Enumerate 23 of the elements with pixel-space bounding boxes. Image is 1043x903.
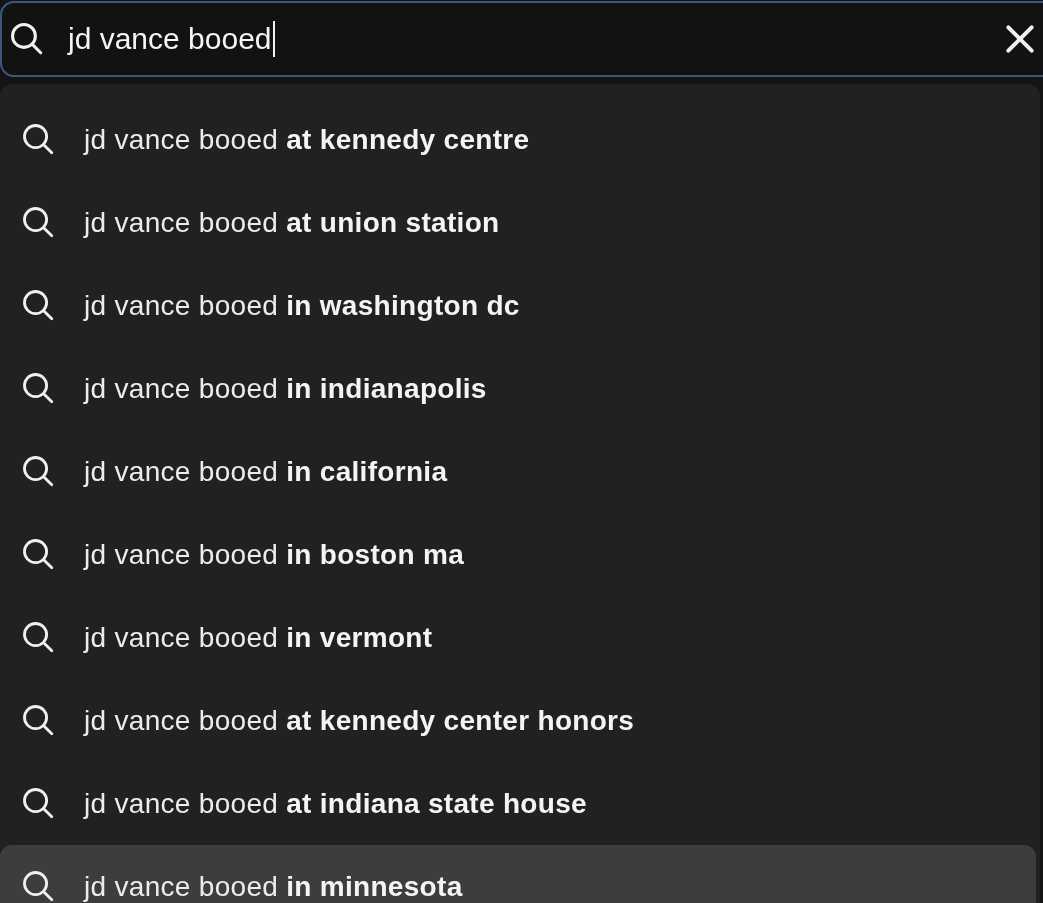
suggestion-item[interactable]: jd vance booed at indiana state house — [0, 762, 1036, 845]
suggestion-item[interactable]: jd vance booed in california — [0, 430, 1036, 513]
close-icon[interactable] — [1006, 25, 1034, 53]
search-icon — [23, 539, 54, 570]
suggestion-item[interactable]: jd vance booed in vermont — [0, 596, 1036, 679]
search-icon — [23, 124, 54, 155]
search-icon — [23, 788, 54, 819]
search-icon — [23, 622, 54, 653]
suggestion-item[interactable]: jd vance booed in washington dc — [0, 264, 1036, 347]
suggestion-item[interactable]: jd vance booed in indianapolis — [0, 347, 1036, 430]
suggestion-item[interactable]: jd vance booed at union station — [0, 181, 1036, 264]
search-icon — [23, 373, 54, 404]
search-icon — [23, 207, 54, 238]
search-icon — [23, 871, 54, 902]
search-field[interactable]: jd vance booed — [0, 1, 1043, 77]
suggestion-item[interactable]: jd vance booed at kennedy center honors — [0, 679, 1036, 762]
suggestion-item[interactable]: jd vance booed in minnesota — [0, 845, 1036, 903]
search-icon — [23, 456, 54, 487]
search-icon — [11, 23, 43, 55]
search-icon — [23, 290, 54, 321]
search-icon — [23, 705, 54, 736]
suggestion-item[interactable]: jd vance booed in boston ma — [0, 513, 1036, 596]
suggestion-item[interactable]: jd vance booed at kennedy centre — [0, 98, 1036, 181]
